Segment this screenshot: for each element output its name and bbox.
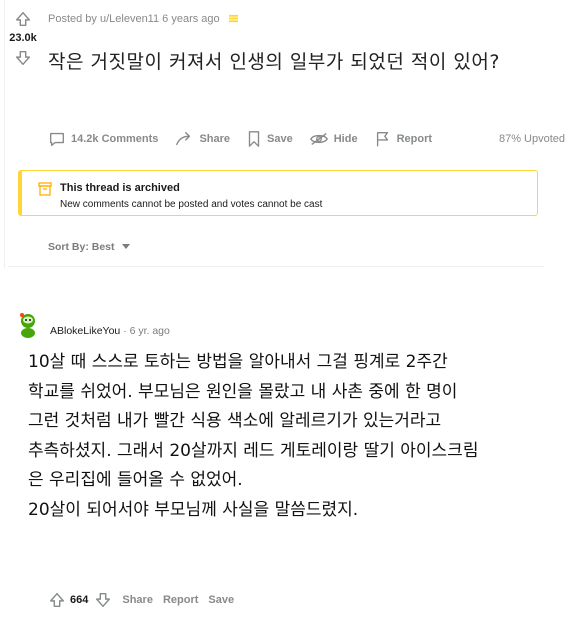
report-label: Report	[396, 133, 433, 145]
posted-by-text[interactable]: Posted by u/Leleven11 6 years ago	[48, 13, 220, 25]
comments-label: 14.2k Comments	[71, 133, 159, 145]
post-left-border	[4, 0, 5, 268]
archive-box-icon	[38, 182, 52, 196]
comment-share-button[interactable]: Share	[122, 594, 153, 606]
comment-save-button[interactable]: Save	[208, 594, 234, 606]
post-meta: Posted by u/Leleven11 6 years ago	[48, 13, 238, 25]
hide-label: Hide	[333, 133, 358, 145]
archived-subtext: New comments cannot be posted and votes …	[60, 199, 323, 210]
comment-line: 학교를 쉬었어. 부모님은 원인을 몰랐고 내 사촌 중에 한 명이	[28, 381, 458, 402]
section-divider	[8, 266, 544, 267]
comment-username[interactable]: ABlokeLikeYou	[50, 325, 120, 337]
flag-icon	[376, 132, 388, 147]
comment-upvote-icon[interactable]	[48, 591, 66, 609]
comment-line: 20살이 되어서야 부모님께 사실을 말씀드렸지.	[28, 499, 359, 520]
caret-down-icon	[122, 244, 131, 249]
downvote-icon[interactable]	[14, 49, 32, 67]
comment-line: 그런 것처럼 내가 빨간 식용 색소에 알레르기가 있는거라고	[28, 411, 442, 431]
sort-label: Sort By: Best	[48, 241, 115, 253]
comment-time: · 6 yr. ago	[120, 325, 170, 337]
share-button[interactable]: Share	[174, 130, 230, 148]
comment-body: 10살 때 스스로 토하는 방법을 알아내서 그걸 핑계로 2주간 학교를 쉬었…	[28, 348, 568, 525]
share-icon	[176, 131, 191, 146]
report-button[interactable]: Report	[374, 130, 432, 148]
comment-report-button[interactable]: Report	[163, 594, 198, 606]
share-label: Share	[199, 133, 231, 145]
post-vote-column: 23.0k	[8, 10, 38, 67]
upvoted-ratio: 87% Upvoted	[498, 133, 565, 145]
post-title[interactable]: 작은 거짓말이 커져서 인생의 일부가 되었던 적이 있어?	[48, 47, 500, 74]
post-score: 23.0k	[9, 32, 37, 44]
comment-score: 664	[70, 594, 89, 606]
upvote-icon[interactable]	[14, 10, 32, 28]
award-icon	[228, 14, 238, 23]
save-label: Save	[267, 133, 293, 145]
comment-icon	[50, 132, 64, 146]
comment-line: 10살 때 스스로 토하는 방법을 알아내서 그걸 핑계로 2주간	[28, 352, 448, 372]
comments-button[interactable]: 14.2k Comments	[48, 130, 158, 148]
user-avatar[interactable]	[16, 312, 40, 338]
comment-line: 추측하셨지. 그래서 20살까지 레드 게토레이랑 딸기 아이스크림	[28, 440, 479, 461]
archived-notice: This thread is archived New comments can…	[18, 170, 538, 216]
bookmark-icon	[248, 131, 260, 147]
comment-downvote-icon[interactable]	[94, 591, 112, 609]
sort-dropdown[interactable]: Sort By: Best	[48, 241, 131, 253]
post-actions: 14.2k Comments Share Save Hide Report	[48, 130, 448, 148]
save-button[interactable]: Save	[246, 130, 293, 148]
hide-eye-icon	[309, 133, 328, 145]
comment-line: 은 우리집에 들어올 수 없었어.	[28, 470, 243, 490]
archived-heading: This thread is archived	[60, 182, 180, 194]
hide-button[interactable]: Hide	[309, 131, 358, 147]
comment-meta: ABlokeLikeYou · 6 yr. ago	[50, 325, 170, 337]
comment-actions: 664 Share Report Save	[48, 591, 234, 609]
